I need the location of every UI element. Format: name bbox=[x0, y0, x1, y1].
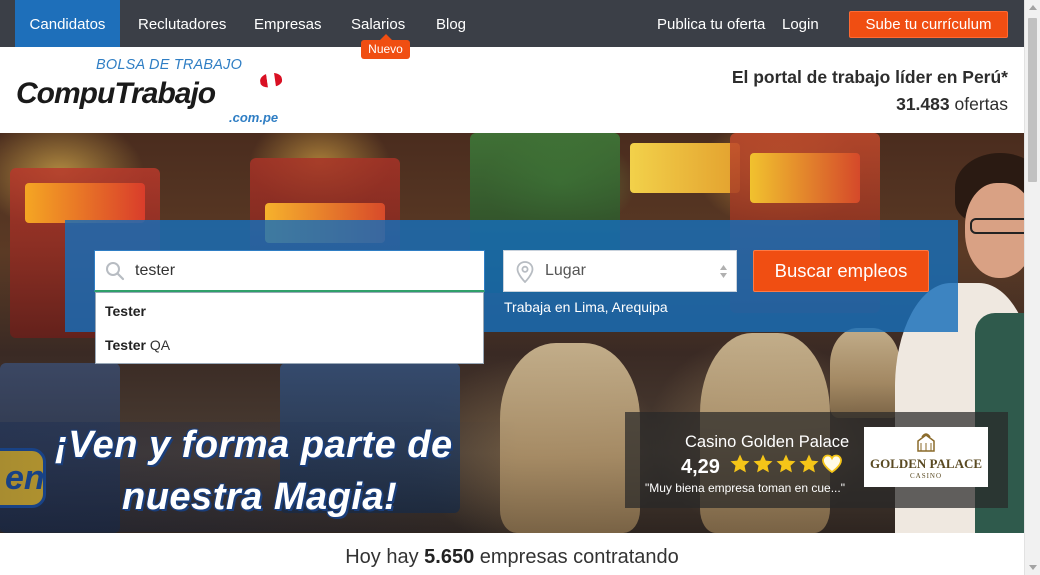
nav-item-blog[interactable]: Blog bbox=[420, 0, 482, 47]
hiring-summary: Hoy hay 5.650 empresas contratando bbox=[0, 546, 1024, 569]
map-pin-icon bbox=[516, 261, 534, 283]
site-header: BOLSA DE TRABAJO CompuTrabajo .com.pe El… bbox=[0, 47, 1024, 133]
golden-palace-logo-icon: GOLDEN PALACE CASINO bbox=[870, 433, 982, 480]
heart-outline-icon bbox=[822, 454, 842, 474]
slot-screen-image bbox=[630, 143, 740, 193]
offers-count-label: ofertas bbox=[954, 94, 1009, 114]
company-logo[interactable]: GOLDEN PALACE CASINO bbox=[864, 427, 988, 487]
hiring-summary-prefix: Hoy hay bbox=[345, 546, 419, 568]
login-link[interactable]: Login bbox=[782, 0, 819, 49]
hiring-summary-count: 5.650 bbox=[424, 546, 475, 568]
upload-cv-button[interactable]: Sube tu currículum bbox=[849, 11, 1008, 38]
search-icon bbox=[106, 262, 125, 281]
company-review-snippet: "Muy biena empresa toman en cue..." bbox=[645, 481, 845, 495]
star-filled-icon bbox=[799, 454, 819, 473]
logo-tagline: BOLSA DE TRABAJO bbox=[96, 57, 243, 73]
slot-screen-image bbox=[25, 183, 145, 223]
company-logo-subtext: CASINO bbox=[910, 472, 942, 480]
star-filled-icon bbox=[753, 454, 773, 473]
slogan-line-1: ¡Ven y forma parte de bbox=[55, 424, 453, 466]
scroll-down-arrow-icon[interactable] bbox=[1029, 565, 1037, 570]
slot-screen-image bbox=[750, 153, 860, 203]
hero-slogan[interactable]: ¡Ven y forma parte de nuestra Magia! bbox=[0, 422, 520, 532]
keyword-search-field[interactable] bbox=[94, 250, 485, 292]
casino-chair-image bbox=[500, 343, 640, 533]
offers-count-value: 31.483 bbox=[896, 94, 950, 114]
select-arrows-icon bbox=[720, 265, 727, 278]
peru-flag-icon bbox=[259, 71, 283, 89]
nav-item-reclutadores[interactable]: Reclutadores bbox=[122, 0, 242, 47]
star-filled-icon bbox=[730, 454, 750, 473]
slogan-line-2: nuestra Magia! bbox=[122, 476, 398, 518]
publish-offer-link[interactable]: Publica tu oferta bbox=[657, 0, 765, 49]
hiring-summary-suffix: empresas contratando bbox=[479, 546, 679, 568]
offers-count: 31.483 ofertas bbox=[896, 94, 1008, 115]
nav-item-candidatos[interactable]: Candidatos bbox=[15, 0, 120, 47]
page-scrollbar[interactable] bbox=[1024, 0, 1040, 575]
location-select[interactable]: Lugar bbox=[503, 250, 737, 292]
search-jobs-button[interactable]: Buscar empleos bbox=[753, 250, 929, 292]
location-hint: Trabaja en Lima, Arequipa bbox=[504, 299, 668, 315]
new-badge: Nuevo bbox=[361, 34, 410, 59]
scroll-thumb[interactable] bbox=[1028, 18, 1037, 182]
top-navigation: Candidatos Reclutadores Empresas Salario… bbox=[0, 0, 1024, 47]
nav-item-empresas[interactable]: Empresas bbox=[238, 0, 338, 47]
logo-name: CompuTrabajo bbox=[16, 77, 216, 110]
star-filled-icon bbox=[776, 454, 796, 473]
portal-headline: El portal de trabajo líder en Perú* bbox=[731, 67, 1008, 87]
location-select-value: Lugar bbox=[545, 262, 586, 279]
company-name: Casino Golden Palace bbox=[685, 433, 850, 451]
company-logo-text: GOLDEN PALACE bbox=[870, 456, 982, 471]
keyword-search-input[interactable] bbox=[135, 251, 475, 291]
logo-domain: .com.pe bbox=[229, 110, 279, 125]
autocomplete-item[interactable]: Tester QA bbox=[96, 328, 483, 362]
autocomplete-item[interactable]: Tester bbox=[96, 294, 483, 328]
rating-stars bbox=[729, 453, 843, 477]
scroll-up-arrow-icon[interactable] bbox=[1029, 5, 1037, 10]
company-rating: 4,29 bbox=[681, 456, 720, 478]
autocomplete-list: Tester Tester QA bbox=[95, 292, 484, 364]
